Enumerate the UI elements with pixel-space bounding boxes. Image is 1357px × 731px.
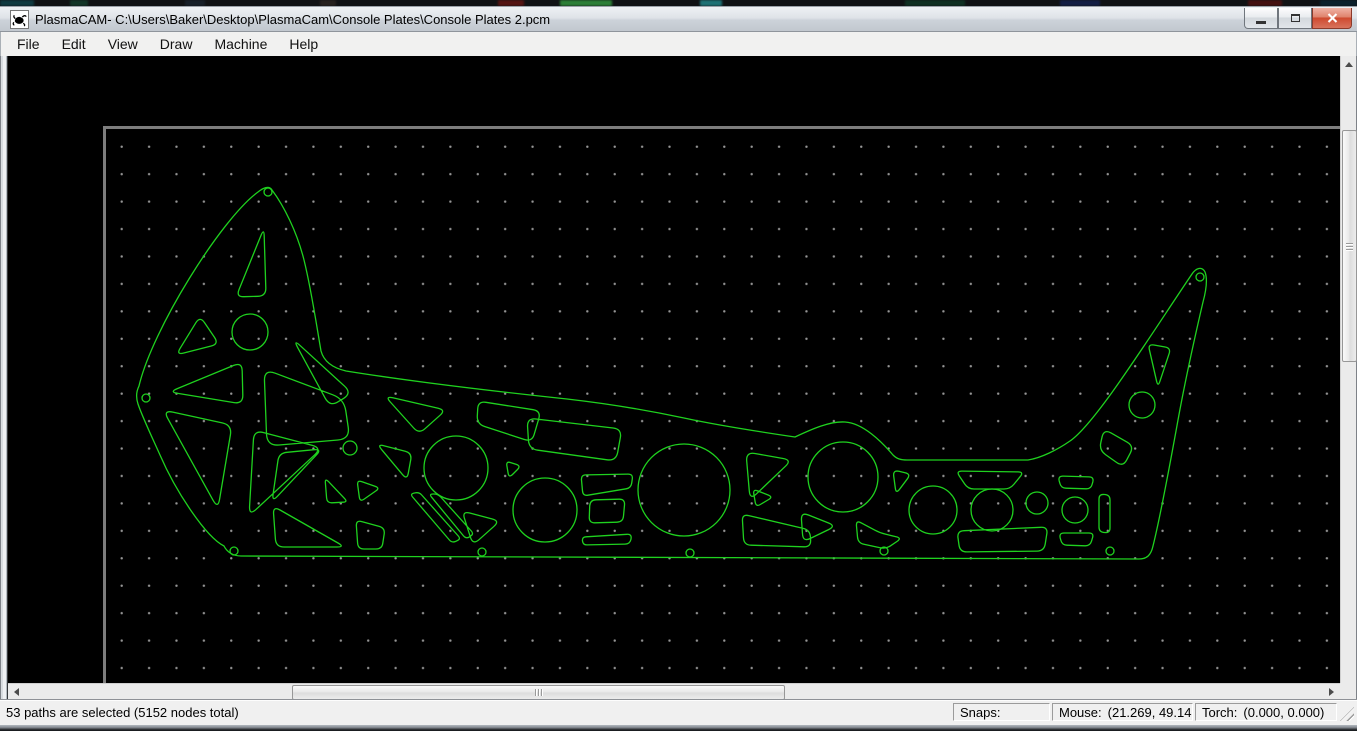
minimize-icon xyxy=(1256,21,1266,24)
menubar: File Edit View Draw Machine Help xyxy=(0,32,1357,56)
menu-item-machine[interactable]: Machine xyxy=(203,33,278,55)
scroll-left-icon[interactable] xyxy=(14,688,19,696)
plasmacam-logo-icon xyxy=(10,10,29,29)
menu-item-draw[interactable]: Draw xyxy=(149,33,204,55)
scroll-up-icon[interactable] xyxy=(1345,62,1353,67)
selection-status: 53 paths are selected (5152 nodes total) xyxy=(6,705,239,720)
torch-label: Torch: xyxy=(1202,705,1237,720)
vertical-scrollbar[interactable] xyxy=(1340,56,1356,699)
snaps-panel: Snaps: xyxy=(953,703,1050,721)
horizontal-scrollbar[interactable] xyxy=(8,683,1340,699)
close-button[interactable] xyxy=(1312,8,1352,29)
scrollbar-corner xyxy=(1340,683,1356,699)
maximize-button[interactable] xyxy=(1278,8,1312,29)
resize-grip-icon[interactable] xyxy=(1340,707,1354,721)
plasmacam-window: PlasmaCAM- C:\Users\Baker\Desktop\Plasma… xyxy=(0,0,1357,731)
minimize-button[interactable] xyxy=(1244,8,1278,29)
titlebar[interactable]: PlasmaCAM- C:\Users\Baker\Desktop\Plasma… xyxy=(0,6,1357,32)
vertical-scroll-thumb[interactable] xyxy=(1342,130,1357,362)
statusbar: 53 paths are selected (5152 nodes total)… xyxy=(0,699,1357,725)
drawing-canvas[interactable] xyxy=(8,56,1340,683)
menu-item-help[interactable]: Help xyxy=(278,33,329,55)
window-frame-bottom xyxy=(0,725,1357,731)
mouse-position-panel: Mouse: (21.269, 49.141) xyxy=(1052,703,1193,721)
menu-item-edit[interactable]: Edit xyxy=(51,33,97,55)
menu-item-view[interactable]: View xyxy=(97,33,149,55)
horizontal-scroll-thumb[interactable] xyxy=(292,685,785,700)
torch-position-panel: Torch: (0.000, 0.000) xyxy=(1195,703,1337,721)
mouse-label: Mouse: xyxy=(1059,705,1102,720)
mouse-coordinates: (21.269, 49.141) xyxy=(1108,705,1193,720)
menu-item-file[interactable]: File xyxy=(6,33,51,55)
scroll-right-icon[interactable] xyxy=(1329,688,1334,696)
window-frame-left xyxy=(0,56,8,699)
console-plate-drawing[interactable] xyxy=(8,56,1340,683)
maximize-icon xyxy=(1291,14,1300,22)
window-title: PlasmaCAM- C:\Users\Baker\Desktop\Plasma… xyxy=(35,12,550,27)
window-controls xyxy=(1244,8,1352,29)
close-icon xyxy=(1327,13,1338,23)
snaps-label: Snaps: xyxy=(960,705,1000,720)
torch-coordinates: (0.000, 0.000) xyxy=(1243,705,1324,720)
